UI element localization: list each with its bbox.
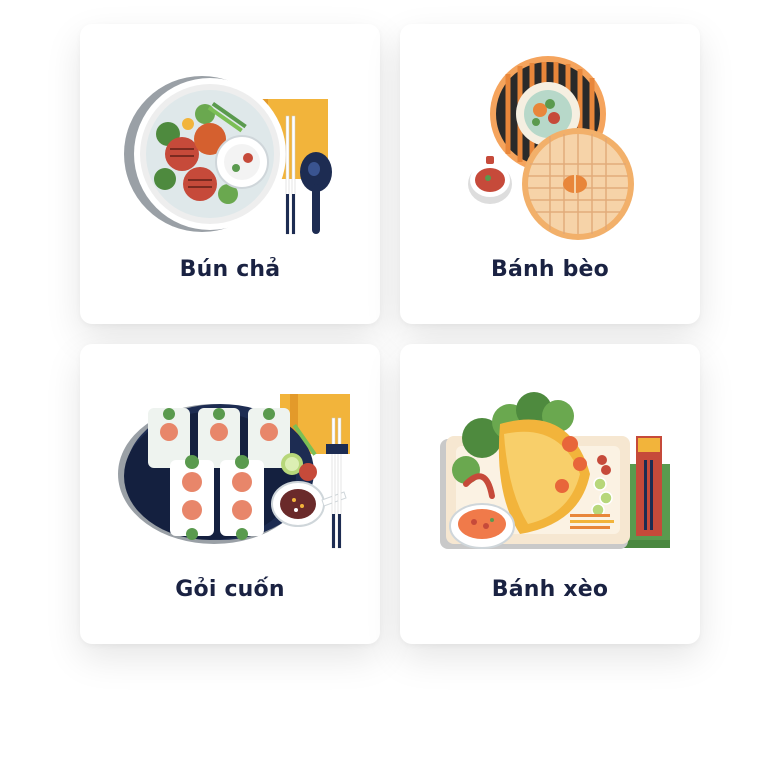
dish-name-banh-beo: Bánh bèo xyxy=(491,257,609,282)
banh-beo-illustration xyxy=(468,56,634,240)
dish-name-goi-cuon: Gỏi cuốn xyxy=(175,577,285,602)
goi-cuon-illustration xyxy=(118,394,350,549)
dish-name-bun-cha: Bún chả xyxy=(179,257,281,282)
dish-card-banh-xeo[interactable]: Bánh xèo xyxy=(400,344,700,644)
bun-cha-illustration xyxy=(124,76,332,235)
dish-card-banh-beo[interactable]: Bánh bèo xyxy=(400,24,700,324)
dish-card-bun-cha[interactable]: Bún chả xyxy=(80,24,380,324)
dish-name-banh-xeo: Bánh xèo xyxy=(491,577,609,602)
banh-xeo-illustration xyxy=(440,392,670,549)
dish-card-goi-cuon[interactable]: Gỏi cuốn xyxy=(80,344,380,644)
